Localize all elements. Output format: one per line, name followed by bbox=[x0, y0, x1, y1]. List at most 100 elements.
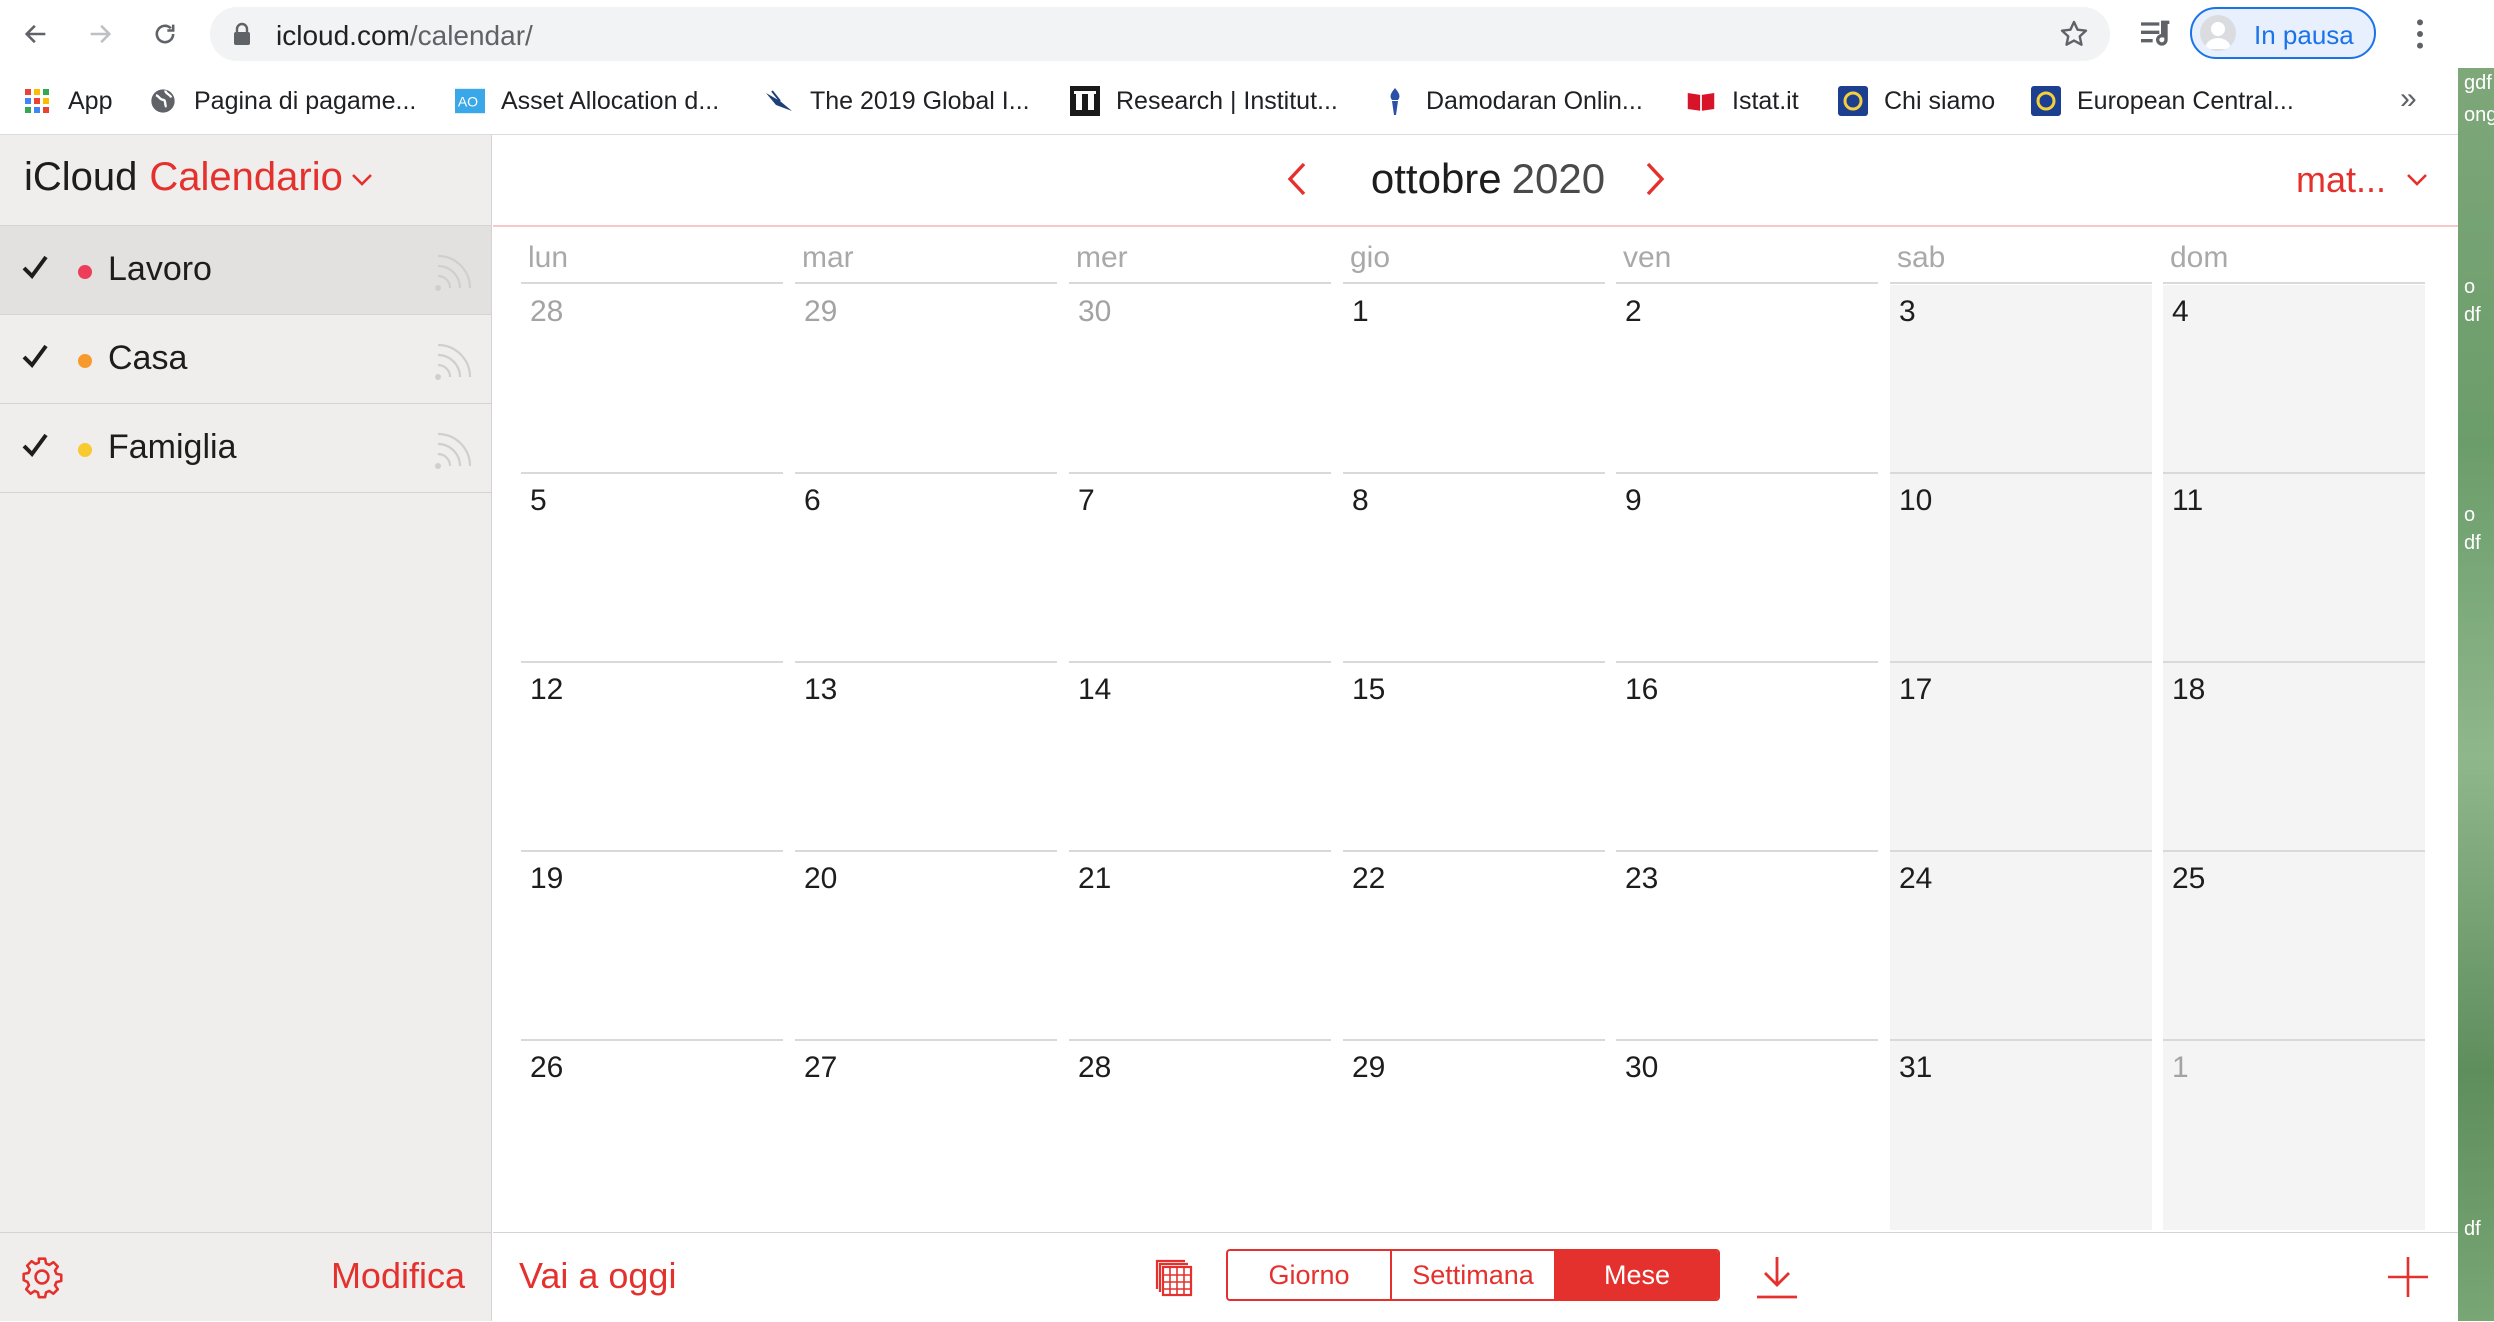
share-broadcast-icon[interactable] bbox=[432, 337, 478, 383]
bookmark-research[interactable]: Research | Institut... bbox=[1070, 82, 1338, 120]
day-number: 12 bbox=[530, 673, 564, 706]
week-divider bbox=[1343, 661, 1605, 663]
desktop-text-fragment: df bbox=[2464, 532, 2481, 554]
bookmark-global-report[interactable]: The 2019 Global I... bbox=[764, 82, 1030, 120]
bookmark-damodaran[interactable]: Damodaran Onlin... bbox=[1380, 82, 1643, 120]
checkmark-icon[interactable] bbox=[20, 341, 50, 371]
day-cell[interactable] bbox=[1343, 474, 1605, 663]
day-number: 31 bbox=[1899, 1051, 1933, 1084]
app-switcher[interactable]: iCloud Calendario bbox=[24, 155, 373, 200]
bookmark-pagina-pagamento[interactable]: Pagina di pagame... bbox=[148, 82, 416, 120]
previous-month-icon[interactable] bbox=[1285, 161, 1309, 197]
bookmark-istat[interactable]: Istat.it bbox=[1686, 82, 1799, 120]
chevron-down-icon bbox=[351, 173, 372, 186]
profile-status: In pausa bbox=[2254, 20, 2354, 50]
month-grid: lun mar mer gio ven sab dom 28 29 30 1 2 3 4 5 6 7 8 9 10 11… bbox=[493, 227, 2458, 1230]
calendar-list-icon[interactable] bbox=[1151, 1255, 1195, 1299]
view-month-button[interactable]: Mese bbox=[1556, 1251, 1718, 1299]
bookmark-asset-allocation[interactable]: AO Asset Allocation d... bbox=[455, 82, 719, 120]
day-number: 29 bbox=[1352, 1051, 1386, 1084]
week-divider bbox=[1069, 472, 1331, 474]
bookmark-chi-siamo[interactable]: Chi siamo bbox=[1838, 82, 1995, 120]
bookmarks-overflow-button[interactable]: » bbox=[2400, 82, 2417, 116]
back-button[interactable] bbox=[16, 14, 56, 54]
checkmark-icon[interactable] bbox=[20, 252, 50, 282]
day-number: 6 bbox=[804, 484, 821, 517]
bookmark-apps[interactable]: App bbox=[22, 82, 112, 120]
desktop-text-fragment: ong bbox=[2464, 104, 2494, 126]
brand-calendario: Calendario bbox=[149, 155, 343, 199]
weekday-header: mar bbox=[802, 241, 854, 274]
day-number: 7 bbox=[1078, 484, 1095, 517]
profile-button[interactable]: In pausa bbox=[2190, 7, 2376, 59]
day-number: 8 bbox=[1352, 484, 1369, 517]
bookmark-label: Asset Allocation d... bbox=[501, 86, 720, 115]
day-cell[interactable] bbox=[1343, 285, 1605, 474]
day-number: 2 bbox=[1625, 295, 1642, 328]
weekday-divider bbox=[1890, 282, 2152, 284]
share-broadcast-icon[interactable] bbox=[432, 248, 478, 294]
week-divider bbox=[1343, 472, 1605, 474]
day-number: 18 bbox=[2172, 673, 2206, 706]
bookmark-star-icon[interactable] bbox=[2058, 18, 2090, 50]
day-cell[interactable] bbox=[1616, 474, 1878, 663]
week-divider bbox=[2163, 661, 2425, 663]
apps-grid-icon bbox=[22, 86, 52, 116]
day-number: 16 bbox=[1625, 673, 1659, 706]
media-controls-icon[interactable] bbox=[2136, 14, 2176, 54]
bookmark-label: Istat.it bbox=[1732, 86, 1799, 115]
day-cell[interactable] bbox=[521, 474, 783, 663]
day-number: 25 bbox=[2172, 862, 2206, 895]
day-cell[interactable] bbox=[1069, 474, 1331, 663]
weekday-divider bbox=[2163, 282, 2425, 284]
address-bar[interactable]: icloud.com/calendar/ bbox=[210, 7, 2110, 61]
day-cell[interactable] bbox=[1890, 285, 2152, 474]
week-divider bbox=[521, 472, 783, 474]
download-icon[interactable] bbox=[1753, 1253, 1801, 1301]
bottom-toolbar: Vai a oggi Giorno Settimana Mese bbox=[493, 1232, 2458, 1322]
day-cell[interactable] bbox=[2163, 1041, 2425, 1230]
bookmarks-bar: App Pagina di pagame... AO Asset Allocat… bbox=[0, 68, 2494, 135]
desktop-background: gdf ong o df o df df bbox=[2458, 68, 2494, 1321]
view-week-button[interactable]: Settimana bbox=[1392, 1251, 1556, 1299]
weekday-divider bbox=[1616, 282, 1878, 284]
bookmark-label: Chi siamo bbox=[1884, 86, 1996, 115]
url-path: /calendar/ bbox=[409, 20, 533, 51]
day-number: 22 bbox=[1352, 862, 1386, 895]
view-day-button[interactable]: Giorno bbox=[1228, 1251, 1392, 1299]
desktop-text-fragment: o bbox=[2464, 276, 2476, 298]
next-month-icon[interactable] bbox=[1643, 161, 1667, 197]
calendar-color-dot bbox=[78, 354, 92, 368]
gear-icon[interactable] bbox=[20, 1255, 64, 1299]
week-divider bbox=[1890, 1039, 2152, 1041]
edit-button[interactable]: Modifica bbox=[331, 1255, 465, 1297]
reload-button[interactable] bbox=[145, 14, 185, 54]
sidebar-header: iCloud Calendario bbox=[0, 135, 491, 226]
lock-icon bbox=[234, 22, 250, 45]
calendar-item-lavoro[interactable]: Lavoro bbox=[0, 226, 491, 315]
checkmark-icon[interactable] bbox=[20, 430, 50, 460]
url-host: icloud.com bbox=[276, 20, 410, 51]
ii-logo-icon bbox=[1070, 86, 1100, 116]
share-broadcast-icon[interactable] bbox=[432, 426, 478, 472]
day-cell[interactable] bbox=[1616, 285, 1878, 474]
kebab-menu-icon[interactable] bbox=[2400, 14, 2440, 54]
go-to-today-button[interactable]: Vai a oggi bbox=[519, 1255, 676, 1297]
day-number: 1 bbox=[1352, 295, 1369, 328]
sidebar: iCloud Calendario Lavoro Casa Famiglia M… bbox=[0, 135, 492, 1321]
week-divider bbox=[2163, 1039, 2425, 1041]
day-cell[interactable] bbox=[2163, 285, 2425, 474]
desktop-text-fragment: gdf bbox=[2464, 72, 2492, 94]
day-number: 4 bbox=[2172, 295, 2189, 328]
day-cell[interactable] bbox=[795, 474, 1057, 663]
add-event-icon[interactable] bbox=[2386, 1255, 2430, 1299]
calendar-name: Famiglia bbox=[108, 428, 237, 466]
forward-button[interactable] bbox=[80, 14, 120, 54]
weekday-divider bbox=[795, 282, 1057, 284]
calendar-item-famiglia[interactable]: Famiglia bbox=[0, 404, 491, 493]
account-menu[interactable]: mat... bbox=[2296, 159, 2428, 201]
brand-icloud: iCloud bbox=[24, 155, 138, 199]
calendar-item-casa[interactable]: Casa bbox=[0, 315, 491, 404]
week-divider bbox=[795, 472, 1057, 474]
bookmark-european-central[interactable]: European Central... bbox=[2031, 82, 2294, 120]
